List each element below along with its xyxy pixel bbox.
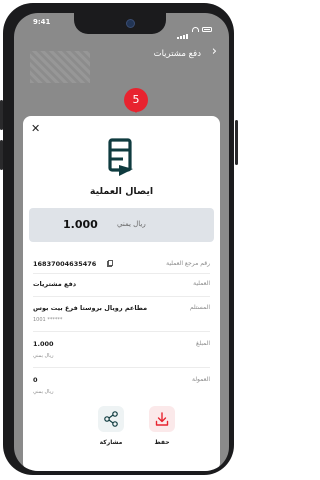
app-logo	[108, 138, 133, 176]
copy-icon[interactable]	[107, 260, 113, 267]
amount-box: ريال يمني 1.000	[29, 208, 214, 242]
chevron-right-icon[interactable]: ›	[212, 44, 217, 59]
save-label: حفظ	[154, 439, 170, 446]
field-label: رقم مرجع العملية	[166, 260, 210, 267]
field-value: 0	[33, 376, 38, 384]
status-icons	[177, 20, 212, 39]
power-button	[235, 120, 238, 165]
save-button[interactable]	[149, 406, 175, 432]
receipt-title: ايصال العملية	[89, 186, 154, 197]
receipt-dialog: ✕ ايصال العملية ريال يمني 1.000 16837004…	[23, 116, 220, 471]
amount-currency: ريال يمني	[117, 220, 146, 228]
field-sub: ريال يمني	[33, 389, 54, 395]
page-title: دفع مشتريات	[153, 49, 201, 59]
notch	[74, 13, 166, 34]
field-sub: 1001 ******	[33, 317, 63, 323]
field-value: مطاعم رويال بروستا فرع بيت بوس	[33, 304, 148, 312]
camera-icon	[126, 19, 135, 28]
field-sub: ريال يمني	[33, 353, 54, 359]
stage: 9:41 › دفع مشتريات 5 ✕ ايصال العملية ريا…	[0, 0, 241, 480]
phone-frame: 9:41 › دفع مشتريات 5 ✕ ايصال العملية ريا…	[3, 3, 234, 475]
field-value: دفع مشتريات	[33, 280, 77, 288]
battery-icon	[202, 27, 212, 32]
share-button[interactable]	[98, 406, 124, 432]
divider	[33, 367, 210, 368]
field-reference: 16837004635476 رقم مرجع العملية	[33, 259, 210, 269]
field-label: العملية	[193, 280, 210, 287]
wifi-icon	[192, 27, 199, 32]
divider	[33, 273, 210, 274]
download-icon	[155, 412, 169, 426]
signal-icon	[177, 20, 189, 39]
field-label: المبلغ	[196, 340, 210, 347]
field-operation: دفع مشتريات العملية	[33, 280, 210, 290]
blurred-background	[30, 51, 90, 83]
field-recipient: مطاعم رويال بروستا فرع بيت بوس 1001 ****…	[33, 304, 210, 328]
share-icon	[104, 411, 118, 427]
field-amount: 1.000 ريال يمني المبلغ	[33, 340, 210, 364]
step-badge-tail	[131, 107, 141, 113]
amount-value: 1.000	[63, 218, 98, 231]
screen: 9:41 › دفع مشتريات 5 ✕ ايصال العملية ريا…	[14, 13, 229, 471]
field-value: 1.000	[33, 340, 54, 348]
field-label: العمولة	[191, 376, 210, 383]
field-fee: 0 ريال يمني العمولة	[33, 376, 210, 400]
close-icon[interactable]: ✕	[31, 122, 40, 135]
divider	[33, 331, 210, 332]
share-label: مشاركة	[99, 439, 123, 446]
field-value: 16837004635476	[33, 260, 97, 268]
status-time: 9:41	[33, 18, 51, 26]
divider	[33, 296, 210, 297]
field-label: المستلم	[189, 304, 210, 311]
